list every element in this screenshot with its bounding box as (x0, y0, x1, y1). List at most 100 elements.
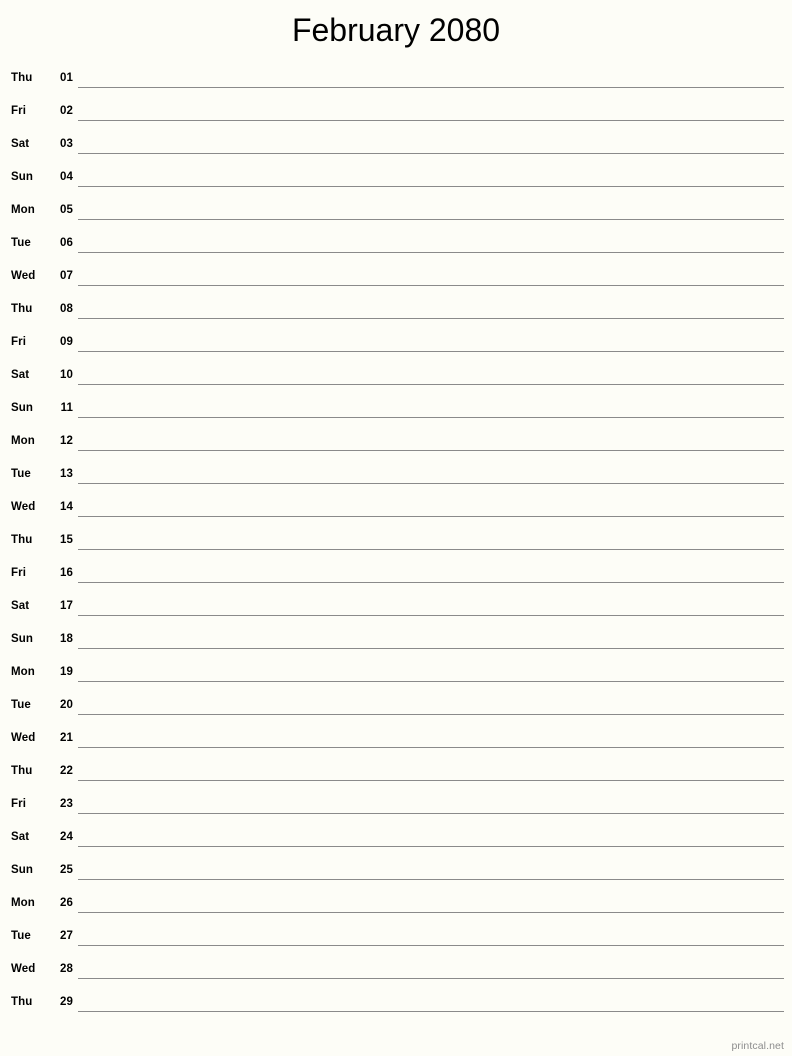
day-writing-line[interactable] (78, 986, 784, 1012)
day-row: Sat 17 (0, 590, 792, 623)
day-number-label: 27 (60, 930, 73, 942)
day-number-label: 12 (60, 435, 73, 447)
day-row: Thu 22 (0, 755, 792, 788)
day-writing-line[interactable] (78, 62, 784, 88)
day-number-label: 05 (60, 204, 73, 216)
day-row: Mon 05 (0, 194, 792, 227)
day-row: Thu 15 (0, 524, 792, 557)
day-writing-line[interactable] (78, 557, 784, 583)
day-weekday-label: Mon (11, 435, 35, 447)
day-weekday-label: Wed (11, 732, 36, 744)
day-row: Mon 26 (0, 887, 792, 920)
day-row: Fri 16 (0, 557, 792, 590)
day-weekday-label: Thu (11, 996, 33, 1008)
day-writing-line[interactable] (78, 293, 784, 319)
day-row: Sat 10 (0, 359, 792, 392)
day-number-label: 29 (60, 996, 73, 1008)
day-row: Tue 20 (0, 689, 792, 722)
day-writing-line[interactable] (78, 953, 784, 979)
day-writing-line[interactable] (78, 425, 784, 451)
day-weekday-label: Sun (11, 402, 34, 414)
day-number-label: 01 (60, 72, 73, 84)
day-number-label: 19 (60, 666, 73, 678)
day-number-label: 15 (60, 534, 73, 546)
day-weekday-label: Thu (11, 303, 33, 315)
day-writing-line[interactable] (78, 722, 784, 748)
day-rows-list: Thu 01 Fri 02 Sat 03 Sun 04 Mon 05 Tue 06 Wed 07 Thu 08… (0, 62, 792, 1019)
day-number-label: 02 (60, 105, 73, 117)
day-weekday-label: Sat (11, 600, 30, 612)
day-row: Wed 07 (0, 260, 792, 293)
day-writing-line[interactable] (78, 359, 784, 385)
day-row: Sun 04 (0, 161, 792, 194)
page-title: February 2080 (291, 12, 501, 48)
day-number-label: 25 (60, 864, 73, 876)
day-writing-line[interactable] (78, 227, 784, 253)
day-writing-line[interactable] (78, 623, 784, 649)
day-writing-line[interactable] (78, 95, 784, 121)
day-number-label: 06 (60, 237, 73, 249)
day-number-label: 03 (60, 138, 73, 150)
day-row: Fri 09 (0, 326, 792, 359)
day-weekday-label: Wed (11, 501, 36, 513)
day-writing-line[interactable] (78, 260, 784, 286)
day-number-label: 07 (60, 270, 73, 282)
day-weekday-label: Fri (11, 336, 26, 348)
day-number-label: 04 (60, 171, 73, 183)
day-row: Fri 02 (0, 95, 792, 128)
day-weekday-label: Fri (11, 567, 26, 579)
day-writing-line[interactable] (78, 458, 784, 484)
day-number-label: 21 (60, 732, 73, 744)
day-writing-line[interactable] (78, 920, 784, 946)
day-writing-line[interactable] (78, 788, 784, 814)
day-weekday-label: Sun (11, 864, 34, 876)
day-writing-line[interactable] (78, 524, 784, 550)
day-weekday-label: Tue (11, 468, 31, 480)
day-number-label: 22 (60, 765, 73, 777)
day-writing-line[interactable] (78, 128, 784, 154)
day-row: Sun 11 (0, 392, 792, 425)
day-writing-line[interactable] (78, 392, 784, 418)
day-number-label: 28 (60, 963, 73, 975)
day-writing-line[interactable] (78, 194, 784, 220)
day-writing-line[interactable] (78, 326, 784, 352)
day-row: Mon 12 (0, 425, 792, 458)
day-row: Wed 21 (0, 722, 792, 755)
day-row: Tue 06 (0, 227, 792, 260)
day-weekday-label: Sat (11, 831, 30, 843)
day-row: Wed 28 (0, 953, 792, 986)
day-writing-line[interactable] (78, 854, 784, 880)
day-number-label: 17 (60, 600, 73, 612)
day-weekday-label: Tue (11, 930, 31, 942)
day-row: Tue 27 (0, 920, 792, 953)
day-weekday-label: Sun (11, 633, 34, 645)
day-weekday-label: Thu (11, 72, 33, 84)
day-weekday-label: Thu (11, 765, 33, 777)
day-number-label: 18 (60, 633, 73, 645)
day-number-label: 16 (60, 567, 73, 579)
day-writing-line[interactable] (78, 590, 784, 616)
day-weekday-label: Fri (11, 798, 26, 810)
day-weekday-label: Tue (11, 237, 31, 249)
day-weekday-label: Sun (11, 171, 34, 183)
day-writing-line[interactable] (78, 161, 784, 187)
day-number-label: 13 (60, 468, 73, 480)
day-writing-line[interactable] (78, 689, 784, 715)
day-row: Sun 25 (0, 854, 792, 887)
day-writing-line[interactable] (78, 755, 784, 781)
day-writing-line[interactable] (78, 821, 784, 847)
day-weekday-label: Mon (11, 204, 35, 216)
calendar-page: February 2080 Thu 01 Fri 02 Sat 03 Sun 04 Mon 05 T… (0, 0, 792, 1056)
day-row: Thu 08 (0, 293, 792, 326)
day-row: Sat 03 (0, 128, 792, 161)
day-writing-line[interactable] (78, 491, 784, 517)
day-row: Thu 01 (0, 62, 792, 95)
day-number-label: 14 (60, 501, 73, 513)
day-number-label: 20 (60, 699, 73, 711)
day-number-label: 09 (60, 336, 73, 348)
day-writing-line[interactable] (78, 887, 784, 913)
day-writing-line[interactable] (78, 656, 784, 682)
day-number-label: 10 (60, 369, 73, 381)
day-weekday-label: Wed (11, 270, 36, 282)
day-row: Thu 29 (0, 986, 792, 1019)
